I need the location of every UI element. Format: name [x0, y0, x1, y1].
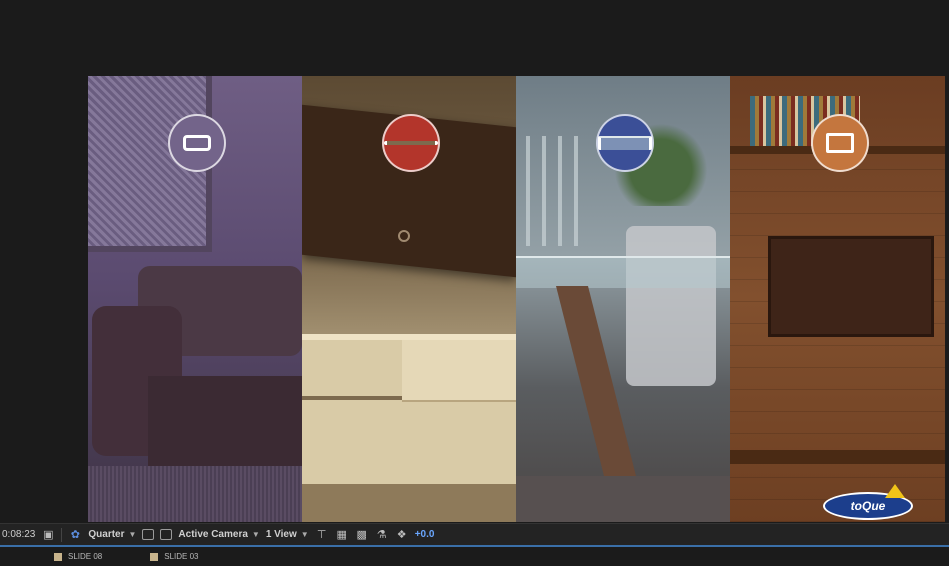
- exposure-value[interactable]: +0.0: [415, 529, 435, 540]
- timeline-tabs: SLIDE 08 SLIDE 03: [0, 545, 949, 566]
- table-base: [556, 286, 636, 476]
- wood-planks: [730, 156, 945, 522]
- camera-dropdown[interactable]: Active Camera ▼: [178, 529, 259, 540]
- dining-chair: [626, 226, 716, 386]
- toggle-pixel-aspect-icon[interactable]: ⊤: [315, 528, 329, 542]
- chair-icon: [810, 114, 869, 172]
- timeline-icon[interactable]: ▩: [355, 528, 369, 542]
- label-color-swatch: [54, 552, 62, 561]
- divider: [61, 527, 63, 542]
- logo-swoosh: [885, 484, 905, 498]
- panel-entertainment: toQue: [730, 76, 945, 522]
- fast-preview-icon[interactable]: ▦: [335, 528, 349, 542]
- camera-snapshot-icon[interactable]: ▣: [41, 528, 55, 542]
- panel-living-room: [88, 76, 302, 522]
- resolution-label: Quarter: [88, 529, 125, 540]
- panel-dining-room: [516, 76, 730, 522]
- transparency-grid-icon[interactable]: [160, 529, 173, 540]
- tab-label: SLIDE 03: [164, 552, 199, 561]
- resolution-dropdown[interactable]: Quarter ▼: [88, 529, 136, 540]
- carpet: [88, 466, 302, 522]
- flowchart-icon[interactable]: ⚗: [375, 528, 389, 542]
- viewer-toolbar: 0:08:23 ▣ ✿ Quarter ▼ Active Camera ▼ 1 …: [0, 523, 949, 545]
- reset-exposure-icon[interactable]: ❖: [395, 528, 409, 542]
- candles: [526, 136, 586, 246]
- composition-viewer: toQue: [0, 0, 949, 523]
- table-icon: [596, 114, 654, 172]
- chevron-down-icon: ▼: [300, 530, 309, 539]
- glass-table: [516, 256, 730, 288]
- chevron-down-icon: ▼: [128, 530, 137, 539]
- label-color-swatch: [150, 552, 159, 561]
- timecode[interactable]: 0:08:23: [2, 529, 35, 540]
- view-layout-dropdown[interactable]: 1 View ▼: [266, 529, 309, 540]
- composition-frame: toQue: [88, 76, 945, 522]
- cabinet-drawer: [402, 340, 516, 402]
- view-layout-label: 1 View: [265, 529, 297, 540]
- tab-slide-08[interactable]: SLIDE 08: [54, 552, 102, 561]
- panel-tv-room: [302, 76, 516, 522]
- chevron-down-icon: ▼: [251, 530, 260, 539]
- toque-logo: toQue: [823, 484, 913, 520]
- tv-shelf-icon: [382, 114, 440, 172]
- tab-label: SLIDE 08: [68, 552, 103, 561]
- logo-text: toQue: [850, 499, 886, 513]
- camera-label: Active Camera: [178, 529, 248, 540]
- color-channels-icon[interactable]: ✿: [68, 528, 82, 542]
- cabinet-shelf: [302, 396, 402, 400]
- floor: [516, 476, 730, 522]
- tv-power-dot: [398, 230, 410, 242]
- region-of-interest-icon[interactable]: [142, 529, 155, 540]
- floor: [302, 484, 516, 522]
- console: [730, 450, 945, 464]
- sofa-seat: [148, 376, 302, 466]
- tab-slide-03[interactable]: SLIDE 03: [150, 552, 199, 561]
- sofa-icon: [168, 114, 226, 172]
- wall-tv: [768, 236, 934, 337]
